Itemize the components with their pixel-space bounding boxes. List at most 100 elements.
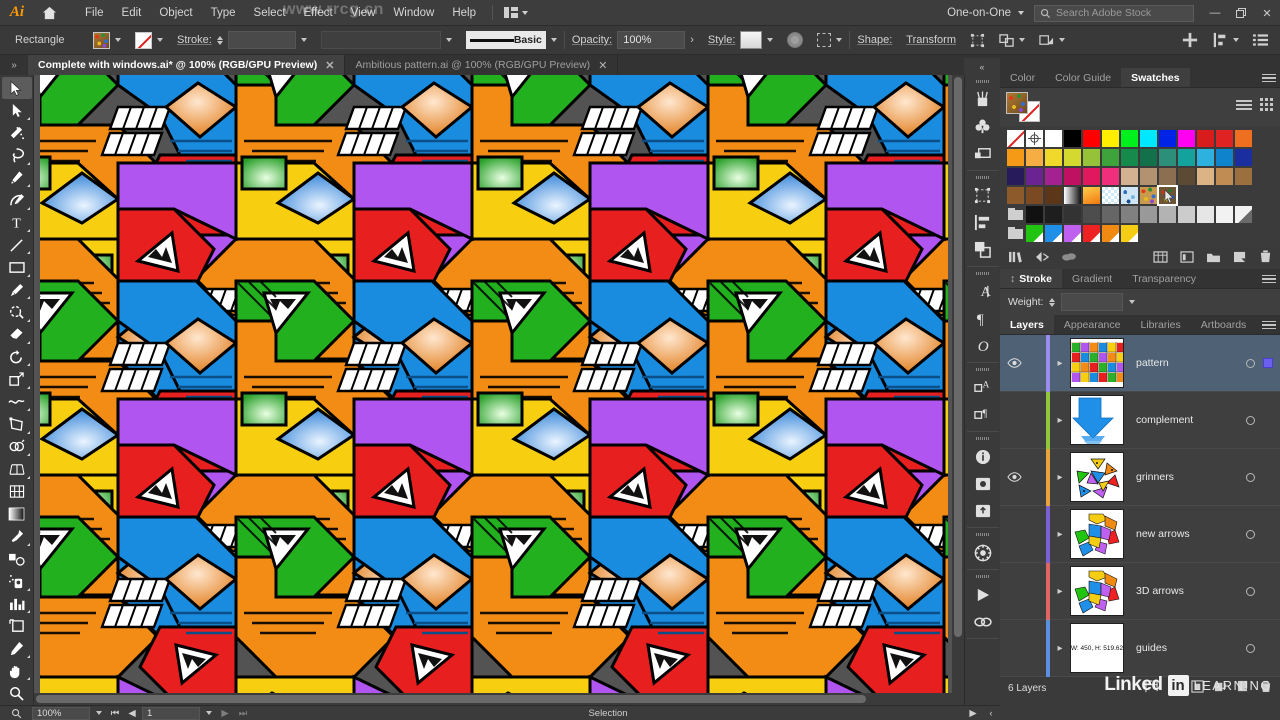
tab-color[interactable]: Color (1000, 68, 1046, 87)
tab-appearance[interactable]: Appearance (1053, 315, 1131, 334)
chevron-down-icon[interactable] (1059, 38, 1065, 42)
swatch-pattern-light-blue[interactable] (1101, 186, 1120, 205)
document-tab-1[interactable]: Ambitious pattern.ai @ 100% (RGB/GPU Pre… (345, 55, 619, 75)
swatch-light-orange[interactable] (1025, 148, 1044, 167)
swatch-grey-95[interactable] (1215, 205, 1234, 224)
layer-name[interactable]: 3D arrows (1124, 585, 1246, 597)
lasso-tool[interactable] (2, 144, 32, 166)
layer-disclosure-triangle[interactable]: ▸ (1050, 529, 1070, 540)
free-transform-tool[interactable] (2, 413, 32, 435)
swatch-red-2[interactable] (1215, 129, 1234, 148)
panel-menu-icon[interactable] (1262, 272, 1276, 286)
mesh-tool[interactable] (2, 481, 32, 503)
swatch-lime-yellow[interactable] (1063, 148, 1082, 167)
stroke-weight-input[interactable] (227, 31, 296, 49)
layer-row[interactable]: ▸ W: 450, H: 519.62 guides (1000, 619, 1280, 677)
status-flyout-icon[interactable]: ▶ (964, 706, 982, 720)
chevron-down-icon[interactable] (300, 38, 307, 42)
rail-grip[interactable] (975, 533, 990, 536)
new-color-group-icon[interactable] (1153, 250, 1168, 266)
swatch-bronze[interactable] (1234, 167, 1253, 186)
swatch-sand[interactable] (1196, 167, 1215, 186)
swatch-libraries-menu-icon[interactable] (1180, 250, 1194, 266)
swatch-caramel[interactable] (1215, 167, 1234, 186)
make-clipping-mask-icon[interactable] (1168, 680, 1181, 696)
restore-button[interactable] (1228, 0, 1254, 26)
paragraph-styles-icon[interactable]: ¶ (968, 401, 998, 428)
layer-target-indicator[interactable] (1246, 472, 1255, 482)
stroke-weight-value-input[interactable] (1061, 293, 1124, 311)
swatch-group-folder-brights[interactable] (1006, 224, 1025, 243)
swatch-indigo[interactable] (1006, 167, 1025, 186)
document-info-icon[interactable] (968, 443, 998, 470)
swatch-blue[interactable] (1158, 129, 1177, 148)
panel-menu-icon[interactable] (1262, 318, 1276, 332)
layer-name[interactable]: complement (1124, 414, 1246, 426)
paragraph-icon[interactable]: ¶ (968, 305, 998, 332)
swatch-bright-purple[interactable] (1063, 224, 1082, 243)
tab-gradient[interactable]: Gradient (1061, 269, 1123, 288)
menu-edit[interactable]: Edit (113, 0, 151, 26)
swatch-pink-dark[interactable] (1082, 167, 1101, 186)
delete-swatch-trash-icon[interactable] (1259, 250, 1272, 266)
swatch-red[interactable] (1082, 129, 1101, 148)
artboard-tool[interactable] (2, 615, 32, 637)
stroke-none-icon[interactable] (135, 31, 152, 49)
layer-target-indicator[interactable] (1246, 586, 1255, 596)
align-to-selection-button[interactable] (1175, 26, 1205, 55)
layer-visibility-toggle[interactable] (1000, 472, 1028, 482)
chevron-down-icon[interactable] (1019, 38, 1025, 42)
layer-disclosure-triangle[interactable]: ▸ (1050, 415, 1070, 426)
swatch-chocolate[interactable] (1044, 186, 1063, 205)
stroke-weight-stepper[interactable] (1049, 297, 1056, 307)
attributes-icon[interactable] (968, 470, 998, 497)
next-artboard-button[interactable]: ▶ (216, 706, 234, 720)
swatch-sienna[interactable] (1006, 186, 1025, 205)
close-icon[interactable]: ✕ (325, 59, 334, 72)
expand-panels-icon[interactable]: » (0, 55, 28, 75)
canvas-vertical-scrollbar[interactable] (952, 75, 964, 705)
eraser-tool[interactable] (2, 324, 32, 346)
swatch-gradient-white-black[interactable] (1063, 186, 1082, 205)
swatch-orange[interactable] (1006, 148, 1025, 167)
variable-width-profile[interactable] (314, 26, 459, 55)
swatch-grass-green[interactable] (1101, 148, 1120, 167)
artboard-dropdown-icon[interactable] (202, 706, 216, 720)
document-tab-0[interactable]: Complete with windows.ai* @ 100% (RGB/GP… (28, 55, 346, 75)
locate-object-icon[interactable] (1145, 680, 1158, 696)
tab-stroke[interactable]: ↕ Stroke (1000, 269, 1062, 288)
canvas-horizontal-scrollbar[interactable] (34, 693, 964, 705)
graphic-style-swatch[interactable] (740, 31, 763, 49)
zoom-dropdown-icon[interactable] (92, 706, 106, 720)
selection-tool[interactable] (1, 77, 32, 100)
tab-transparency[interactable]: Transparency (1122, 269, 1207, 288)
magic-wand-tool[interactable] (2, 122, 32, 144)
chevron-down-icon[interactable] (1233, 38, 1239, 42)
layer-row[interactable]: ▸ (1000, 562, 1280, 620)
swatch-navy[interactable] (1234, 148, 1253, 167)
transform-button[interactable]: Transform (899, 26, 963, 55)
line-segment-tool[interactable] (2, 234, 32, 256)
swatch-brown-light[interactable] (1158, 167, 1177, 186)
shape-label[interactable]: Shape: (857, 34, 892, 46)
swatch-bright-orange[interactable] (1101, 224, 1120, 243)
zoom-out-icon[interactable] (0, 706, 32, 720)
swatch-pattern-selected[interactable] (1157, 185, 1178, 206)
transform-icon[interactable] (968, 182, 998, 209)
grid-view-icon[interactable] (1258, 98, 1274, 112)
gradient-tool[interactable] (2, 503, 32, 525)
swatch-teal-green[interactable] (1158, 148, 1177, 167)
fill-swatch-icon[interactable] (93, 31, 110, 49)
swatch-bright-green[interactable] (1025, 224, 1044, 243)
style-label[interactable]: Style: (708, 34, 736, 46)
swatch-grey-50[interactable] (1120, 205, 1139, 224)
swatch-tan[interactable] (1120, 167, 1139, 186)
close-button[interactable]: ✕ (1254, 0, 1280, 26)
stroke-weight-stepper[interactable] (216, 35, 223, 45)
column-graph-tool[interactable] (2, 593, 32, 615)
stroke-swatch-control[interactable] (128, 26, 170, 55)
brushes-icon[interactable] (968, 86, 998, 113)
swatch-pattern-blue-texture[interactable] (1120, 186, 1139, 205)
layer-selection-square[interactable] (1263, 358, 1273, 368)
layer-target-indicator[interactable] (1246, 529, 1255, 539)
